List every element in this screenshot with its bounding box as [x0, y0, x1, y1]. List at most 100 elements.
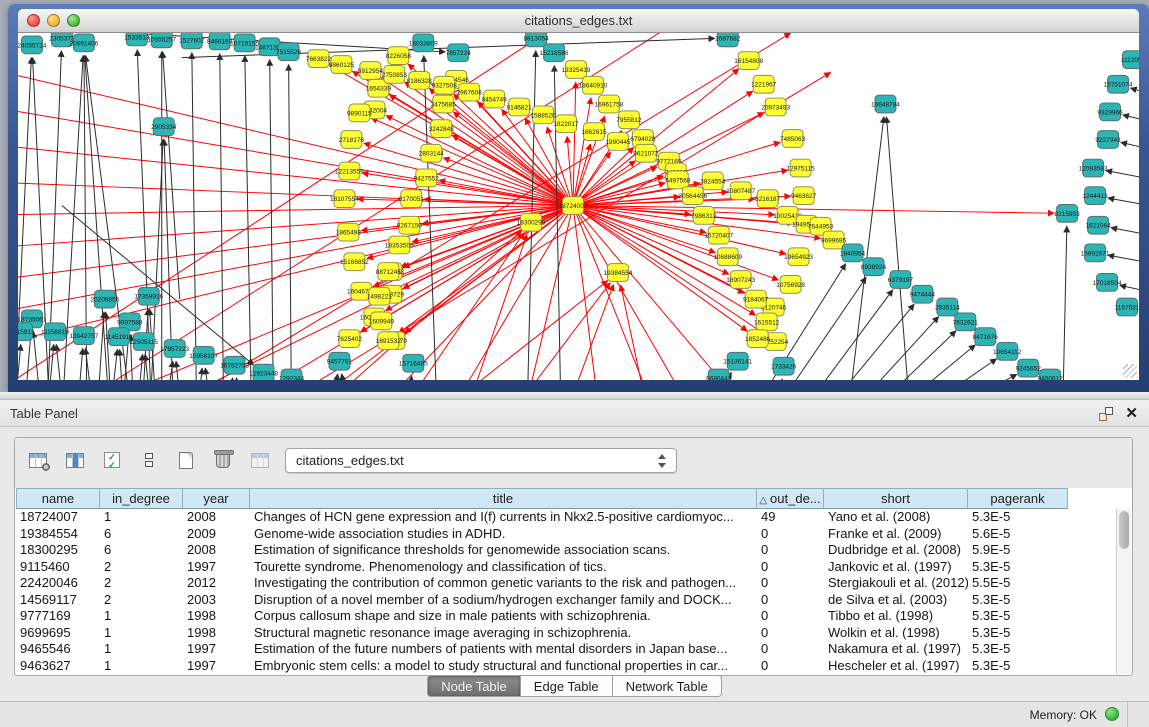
graph-node[interactable]: 6216187: [755, 190, 781, 208]
table-row[interactable]: 1830029562008Estimation of significance …: [16, 542, 1116, 559]
graph-node[interactable]: 17957223: [160, 340, 189, 358]
graph-node[interactable]: 16782753: [220, 356, 249, 374]
column-header-name[interactable]: name: [16, 488, 100, 509]
graph-node[interactable]: 3475685: [431, 95, 457, 113]
graph-node[interactable]: 10807487: [726, 182, 755, 200]
graph-node[interactable]: 10655257: [147, 33, 176, 48]
graph-node[interactable]: 8267150: [397, 216, 423, 234]
column-header-title[interactable]: title: [250, 488, 757, 509]
graph-node[interactable]: 3915913: [18, 323, 35, 341]
window-close-button[interactable]: [27, 14, 40, 27]
graph-node[interactable]: 9146821: [506, 98, 532, 116]
table-row[interactable]: 1872400712008Changes of HCN gene express…: [16, 509, 1116, 526]
window-zoom-button[interactable]: [67, 14, 80, 27]
graph-node[interactable]: 8215953: [1055, 205, 1081, 223]
graph-node[interactable]: 12923448: [249, 364, 278, 380]
graph-node[interactable]: 1990445: [605, 133, 631, 151]
table-row[interactable]: 2242004622012Investigating the contribut…: [16, 575, 1116, 592]
tab-node-table[interactable]: Node Table: [427, 675, 521, 697]
graph-node[interactable]: 15716485: [399, 354, 428, 372]
graph-node[interactable]: 16154808: [734, 52, 763, 70]
graph-node[interactable]: 2687682: [715, 33, 741, 47]
graph-node[interactable]: 7485063: [780, 130, 806, 148]
graph-node[interactable]: 1221967: [751, 75, 777, 93]
column-header-short[interactable]: short: [824, 488, 968, 509]
graph-node[interactable]: 8170051: [399, 190, 425, 208]
network-canvas[interactable]: 2405572423053732069140615336131065525715…: [18, 33, 1139, 380]
graph-node[interactable]: 2967608: [457, 83, 483, 101]
graph-node[interactable]: 7955812: [616, 111, 642, 129]
graph-node[interactable]: 15892971: [1081, 244, 1110, 262]
graph-node[interactable]: 12093583: [1079, 159, 1108, 177]
table-row[interactable]: 977716911998Corpus callosum shape and si…: [16, 608, 1116, 625]
graph-node[interactable]: 15218586: [540, 44, 569, 62]
graph-node[interactable]: 16033809: [409, 34, 438, 52]
graph-node[interactable]: 16961758: [595, 95, 624, 113]
scrollbar-thumb[interactable]: [1119, 511, 1129, 549]
graph-node[interactable]: 7625402: [337, 330, 363, 348]
graph-node[interactable]: 15720407: [704, 226, 733, 244]
graph-node[interactable]: 8938924: [861, 258, 887, 276]
graph-node[interactable]: 8186328: [407, 71, 433, 89]
tab-network-table[interactable]: Network Table: [612, 675, 722, 697]
graph-node[interactable]: 1167531: [1115, 298, 1139, 316]
graph-node[interactable]: 6379197: [888, 271, 914, 289]
graph-node[interactable]: 18907243: [726, 271, 755, 289]
memory-status-indicator[interactable]: [1105, 707, 1119, 721]
column-header-pagerank[interactable]: pagerank: [968, 488, 1068, 509]
graph-node[interactable]: 8871245: [376, 263, 402, 281]
select-column-button[interactable]: [62, 446, 88, 474]
graph-node[interactable]: 10688609: [713, 248, 742, 266]
graph-node[interactable]: 7515526: [276, 43, 302, 61]
graph-node[interactable]: 18107554: [330, 190, 359, 208]
graph-node[interactable]: 13325419: [562, 61, 591, 79]
graph-node[interactable]: 7857224: [446, 44, 472, 62]
graph-node[interactable]: 1865498: [336, 223, 362, 241]
tab-edge-table[interactable]: Edge Table: [520, 675, 613, 697]
graph-node[interactable]: 11156819: [41, 323, 69, 341]
citation-network-graph[interactable]: 2405572423053732069140615336131065525715…: [18, 33, 1139, 380]
table-selector-dropdown[interactable]: citations_edges.txt: [285, 448, 677, 473]
graph-node[interactable]: 10654112: [993, 343, 1022, 361]
graph-node[interactable]: 1662615: [581, 123, 607, 141]
graph-node[interactable]: 19654923: [784, 248, 813, 266]
graph-node[interactable]: 18640910: [579, 76, 608, 94]
graph-node[interactable]: 2803144: [419, 144, 445, 162]
graph-node[interactable]: 6497568: [665, 171, 691, 189]
graph-node[interactable]: 3242848: [429, 120, 455, 138]
delete-column-button[interactable]: [210, 446, 236, 474]
graph-node[interactable]: 20973493: [761, 98, 790, 116]
graph-node[interactable]: 16648784: [871, 95, 900, 113]
graph-node[interactable]: 9621072: [633, 144, 659, 162]
graph-node[interactable]: 1609949: [369, 312, 395, 330]
graph-node[interactable]: 8226058: [386, 47, 412, 65]
graph-node[interactable]: 1112053: [1121, 51, 1139, 69]
graph-node[interactable]: 1244413: [1082, 187, 1108, 205]
graph-node[interactable]: 9686443: [706, 369, 732, 380]
graph-node[interactable]: 10756928: [776, 276, 805, 294]
column-header-in_degree[interactable]: in_degree: [100, 488, 183, 509]
window-minimize-button[interactable]: [47, 14, 60, 27]
graph-node[interactable]: 9327508: [432, 76, 458, 94]
graph-node[interactable]: 1691532: [376, 332, 402, 350]
graph-node[interactable]: 9457791: [327, 352, 353, 370]
graph-node[interactable]: 1840954: [840, 244, 866, 262]
graph-node[interactable]: 12213559: [335, 162, 364, 180]
graph-node[interactable]: 7986312: [691, 207, 717, 225]
table-row[interactable]: 946554611997Estimation of the future num…: [16, 641, 1116, 658]
graph-node[interactable]: 2750853: [382, 66, 408, 84]
column-visibility-button[interactable]: ✓✓: [99, 446, 125, 474]
graph-node[interactable]: 9860125: [329, 56, 355, 74]
graph-node[interactable]: 1292344: [279, 369, 305, 380]
graph-node[interactable]: 1615512: [754, 313, 780, 331]
graph-node[interactable]: 9474444: [910, 285, 936, 303]
graph-node[interactable]: 2718176: [339, 131, 365, 149]
graph-node[interactable]: 12505115: [130, 333, 159, 351]
graph-node[interactable]: 9227343: [1095, 131, 1121, 149]
graph-node[interactable]: 17016504: [1093, 274, 1122, 292]
graph-node[interactable]: 19384554: [604, 264, 633, 282]
network-window-titlebar[interactable]: citations_edges.txt: [18, 9, 1139, 33]
table-row[interactable]: 946362711997Embryonic stem cells: a mode…: [16, 658, 1116, 675]
graph-node[interactable]: 7632621: [953, 313, 979, 331]
graph-node[interactable]: 20691406: [69, 34, 98, 52]
